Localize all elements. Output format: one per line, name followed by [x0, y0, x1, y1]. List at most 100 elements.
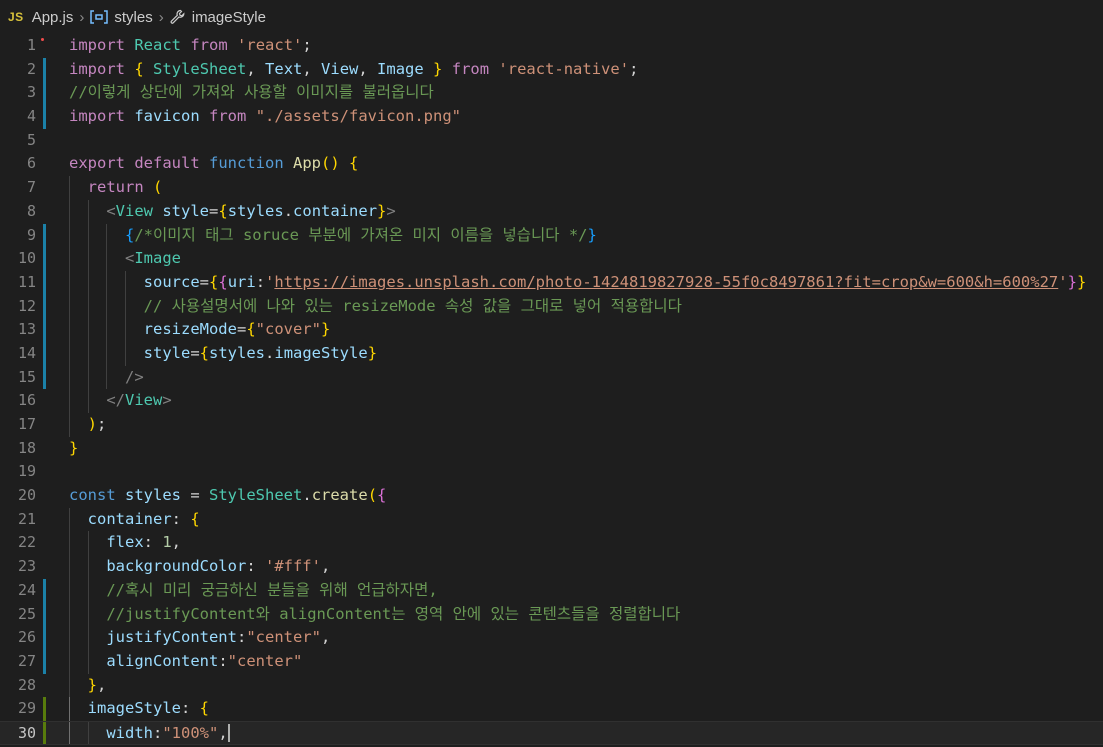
code-text: </View>: [106, 391, 172, 410]
code-line[interactable]: 29 imageStyle: {: [0, 697, 1103, 721]
code-text: source={{uri:'https://images.unsplash.co…: [143, 272, 1087, 291]
code-line[interactable]: 26 justifyContent:"center",: [0, 626, 1103, 650]
modified-line-marker[interactable]: [43, 649, 46, 674]
code-line[interactable]: 22 flex: 1,: [0, 531, 1103, 556]
text-cursor: [227, 724, 230, 743]
code-text: container: {: [87, 509, 200, 528]
code-text: const styles = StyleSheet.create({: [69, 486, 387, 505]
code-line[interactable]: 18}: [0, 437, 1103, 461]
code-text: // 사용설명서에 나와 있는 resizeMode 속성 값을 그대로 넣어 …: [143, 296, 682, 315]
code-line[interactable]: 16 </View>: [0, 389, 1103, 413]
code-text: return (: [87, 178, 163, 197]
modified-line-marker[interactable]: [43, 365, 46, 390]
code-line[interactable]: 17 );: [0, 413, 1103, 437]
code-text: style={styles.imageStyle}: [143, 343, 378, 362]
code-line[interactable]: 12 // 사용설명서에 나와 있는 resizeMode 속성 값을 그대로 …: [0, 294, 1103, 319]
line-number: 14: [17, 343, 36, 362]
code-line[interactable]: 21 container: {: [0, 507, 1103, 532]
breadcrumb-file[interactable]: App.js: [32, 9, 74, 26]
code-text: );: [87, 415, 107, 433]
code-text: <Image: [125, 249, 182, 268]
modified-line-marker[interactable]: [43, 341, 46, 366]
line-number: 28: [17, 675, 36, 694]
modified-line-marker[interactable]: [43, 626, 46, 650]
modified-line-marker[interactable]: [43, 247, 46, 271]
code-line[interactable]: 11 source={{uri:'https://images.unsplash…: [0, 270, 1103, 295]
modified-line-marker[interactable]: [43, 318, 46, 342]
code-line[interactable]: 24 //혹시 미리 궁금하신 분들을 위해 언급하자면,: [0, 578, 1103, 603]
line-number: 9: [26, 225, 36, 244]
modified-line-marker[interactable]: [43, 602, 46, 627]
code-text: import React from 'react';: [69, 36, 312, 54]
code-text: //혹시 미리 궁금하신 분들을 위해 언급하자면,: [106, 580, 438, 599]
code-line[interactable]: 6 export default function App() {: [0, 152, 1103, 176]
breadcrumb-styles[interactable]: styles: [114, 9, 152, 26]
added-line-marker[interactable]: [43, 697, 46, 721]
line-number: 23: [17, 557, 36, 576]
code-line[interactable]: 2 import { StyleSheet, Text, View, Image …: [0, 57, 1103, 82]
chevron-right-icon: ›: [79, 8, 85, 26]
added-line-marker[interactable]: [43, 721, 46, 744]
code-line[interactable]: 13 resizeMode={"cover"}: [0, 318, 1103, 342]
line-number: 30: [17, 723, 36, 742]
code-line[interactable]: 8 <View style={styles.container}>: [0, 199, 1103, 224]
code-line[interactable]: 25 //justifyContent와 alignContent는 영역 안에…: [0, 602, 1103, 627]
code-text: import favicon from "./assets/favicon.pn…: [69, 107, 461, 126]
modified-line-marker[interactable]: [43, 81, 46, 106]
code-text: //이렇게 상단에 가져와 사용할 이미지를 불러옵니다: [69, 83, 434, 102]
code-line[interactable]: 19: [0, 460, 1103, 484]
code-line[interactable]: 4 import favicon from "./assets/favicon.p…: [0, 105, 1103, 129]
code-line[interactable]: 1 import React from 'react';: [0, 34, 1103, 58]
code-line[interactable]: 3 //이렇게 상단에 가져와 사용할 이미지를 불러옵니다: [0, 81, 1103, 106]
code-line[interactable]: 9 {/*이미지 태그 soruce 부분에 가져온 미지 이름을 넣습니다 *…: [0, 223, 1103, 248]
modified-line-marker[interactable]: [43, 57, 46, 82]
code-line[interactable]: 7 return (: [0, 176, 1103, 200]
line-number: 10: [17, 249, 36, 268]
code-text: //justifyContent와 alignContent는 영역 안에 있는…: [106, 604, 681, 623]
line-number: 11: [17, 272, 36, 291]
line-number: 27: [17, 651, 36, 670]
code-line[interactable]: 23 backgroundColor: '#fff',: [0, 555, 1103, 579]
line-number: 19: [17, 462, 36, 481]
code-line[interactable]: 27 alignContent:"center": [0, 649, 1103, 674]
line-number: 4: [26, 107, 36, 126]
line-number: 17: [17, 415, 36, 433]
modified-line-marker[interactable]: [43, 578, 46, 603]
breadcrumb-imagestyle[interactable]: imageStyle: [192, 9, 266, 26]
code-text: imageStyle: {: [87, 699, 210, 718]
line-number: 5: [26, 130, 36, 149]
code-text: width:"100%",: [106, 723, 230, 743]
modified-line-marker[interactable]: [43, 294, 46, 319]
line-number: 25: [17, 604, 36, 623]
code-line[interactable]: 15 />: [0, 365, 1103, 390]
code-text: },: [87, 675, 107, 694]
code-line[interactable]: 14 style={styles.imageStyle}: [0, 341, 1103, 366]
line-number: 15: [17, 367, 36, 386]
line-number: 3: [26, 83, 36, 102]
code-line[interactable]: 30 width:"100%",: [0, 720, 1103, 745]
breadcrumb: JS App.js › styles › imageStyle: [0, 0, 1103, 34]
code-text: flex: 1,: [106, 533, 182, 552]
line-number: 7: [26, 178, 36, 197]
modified-line-marker[interactable]: [43, 270, 46, 295]
code-text: <View style={styles.container}>: [106, 201, 396, 220]
modified-line-marker[interactable]: [43, 105, 46, 129]
code-line[interactable]: 5: [0, 129, 1103, 153]
line-number: 21: [17, 509, 36, 528]
line-number: 26: [17, 628, 36, 647]
code-line[interactable]: 20 const styles = StyleSheet.create({: [0, 484, 1103, 508]
code-text: {/*이미지 태그 soruce 부분에 가져온 미지 이름을 넣습니다 */}: [125, 225, 597, 244]
diff-marker: [41, 38, 44, 41]
code-editor[interactable]: 1 import React from 'react'; 2 import { Sty…: [0, 34, 1103, 747]
line-number: 6: [26, 154, 36, 173]
code-text: export default function App() {: [69, 154, 359, 173]
line-number: 1: [26, 36, 36, 54]
code-text: }: [69, 438, 79, 457]
code-line[interactable]: 28 },: [0, 673, 1103, 698]
chevron-right-icon: ›: [158, 8, 164, 26]
modified-line-marker[interactable]: [43, 223, 46, 248]
line-number: 12: [17, 296, 36, 315]
code-line[interactable]: 10 <Image: [0, 247, 1103, 271]
variable-icon: [90, 10, 109, 24]
javascript-file-icon: JS: [8, 10, 24, 24]
